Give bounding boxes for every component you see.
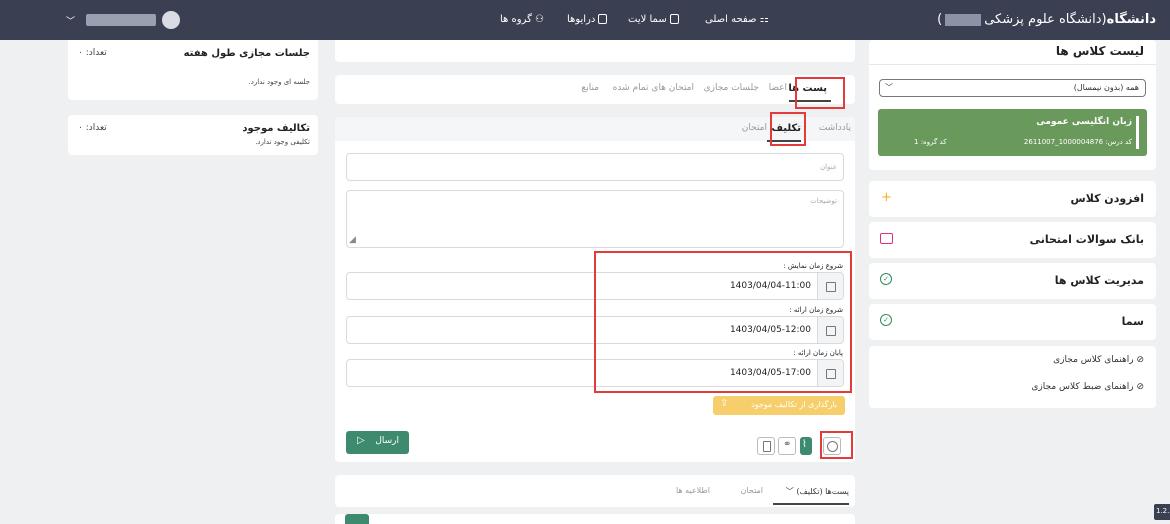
brand-bold: دانشگاه [1106, 12, 1156, 27]
assignments-title: تکالیف موجود [242, 123, 310, 134]
menu-add-class[interactable]: + افزودن کلاس [869, 181, 1156, 217]
link-icon: ⚭ [783, 439, 792, 450]
semester-value: همه (بدون نیمسال) [1073, 83, 1139, 92]
feed-tab-posts[interactable]: پست‌ها (تکلیف) ﹀ [786, 486, 849, 497]
users-icon: ⚇ [535, 14, 545, 25]
nav-drives[interactable]: درایوها [567, 14, 608, 25]
menu-label: بانک سوالات امتحانی [1029, 233, 1144, 246]
class-card[interactable]: زبان انگلیسی عمومی کد درس: 1000004876_26… [878, 109, 1147, 156]
group-code: کد گروه: 1 [914, 138, 947, 146]
tab-finished-exams[interactable]: امتحان های تمام شده [613, 83, 694, 93]
highlight-date-fields [594, 251, 852, 393]
redacted-username [86, 14, 156, 26]
paperclip-icon: ⌇ [802, 439, 807, 450]
help-link-virtual-class[interactable]: ⊘ راهنمای کلاس مجازی [1053, 355, 1144, 365]
top-nav: ⚏ صفحه اصلی سما لایت درایوها ⚇ گروه ها [500, 14, 800, 28]
tabs-bar: پست ها اعضا جلسات مجازی امتحان های تمام … [335, 75, 855, 104]
load-existing-label: بارگذاری از تکالیف موجود [751, 400, 837, 409]
weekly-sessions-card: جلسات مجازی طول هفته تعداد: ۰ جلسه ای وج… [68, 40, 318, 100]
assignments-card: تکالیف موجود تعداد: ۰ تکلیفی وجود ندارد. [68, 115, 318, 155]
subtab-note[interactable]: یادداشت [819, 123, 851, 133]
grid-icon: ⚏ [759, 14, 769, 25]
brand[interactable]: دانشگاه(دانشگاه علوم پزشکی) [937, 12, 1156, 27]
feed-item-badge [345, 514, 369, 524]
tab-members[interactable]: اعضا [769, 83, 787, 93]
chevron-down-icon: ﹀ [785, 487, 794, 496]
class-card-marker [1136, 116, 1139, 149]
load-existing-button[interactable]: بارگذاری از تکالیف موجود ⇪ [713, 396, 845, 415]
title-input[interactable]: عنوان [346, 153, 844, 181]
folder-icon [880, 233, 893, 244]
link-icon: ⊘ [1136, 355, 1144, 365]
menu-label: افزودن کلاس [1070, 192, 1144, 205]
feed-tab-announcements[interactable]: اطلاعیه ها [676, 486, 710, 495]
brand-close: ) [937, 12, 943, 27]
feed-item [335, 514, 855, 524]
feed-tab-exam[interactable]: امتحان [741, 486, 763, 495]
course-code: کد درس: 1000004876_2611007 [1023, 138, 1132, 146]
highlight-assignment-tab [770, 112, 806, 146]
upload-icon: ⇪ [720, 398, 729, 409]
class-name: زبان انگلیسی عمومی [1036, 117, 1132, 127]
plus-icon: + [881, 190, 892, 205]
feed-tabs: پست‌ها (تکلیف) ﹀ امتحان اطلاعیه ها [335, 475, 855, 507]
chevron-down-icon: ﹀ [66, 17, 76, 27]
nav-home[interactable]: ⚏ صفحه اصلی [705, 14, 769, 25]
link-icon: ⊘ [1136, 382, 1144, 392]
nav-groups[interactable]: ⚇ گروه ها [500, 14, 544, 25]
chevron-down-icon: ﹀ [885, 83, 893, 92]
file-icon [669, 14, 679, 24]
avatar [162, 11, 180, 29]
top-bar: دانشگاه(دانشگاه علوم پزشکی) ⚏ صفحه اصلی … [0, 0, 1170, 40]
description-placeholder: توضیحات [810, 197, 837, 205]
file-icon [598, 14, 608, 24]
send-label: ارسال [375, 436, 399, 446]
menu-label: مدیریت کلاس ها [1054, 274, 1144, 287]
nav-sama-lite[interactable]: سما لایت [628, 14, 679, 25]
help-link-record-class[interactable]: ⊘ راهنمای ضبط کلاس مجازی [1031, 382, 1144, 392]
tab-virtual-sessions[interactable]: جلسات مجازی [704, 83, 759, 93]
assignments-empty: تکلیفی وجود ندارد. [255, 138, 310, 146]
check-circle-icon: ✓ [880, 273, 892, 285]
send-icon: ▷ [357, 435, 365, 446]
redacted-name [945, 13, 982, 26]
semester-select[interactable]: ﹀ همه (بدون نیمسال) [879, 79, 1146, 97]
document-button[interactable] [757, 437, 775, 455]
send-button[interactable]: ارسال ▷ [346, 431, 409, 454]
divider [869, 64, 1156, 65]
menu-question-bank[interactable]: بانک سوالات امتحانی [869, 222, 1156, 258]
subtab-exam[interactable]: امتحان [742, 123, 767, 133]
weekly-sessions-empty: جلسه ای وجود ندارد. [248, 78, 310, 86]
check-circle-icon: ✓ [880, 314, 892, 326]
weekly-sessions-title: جلسات مجازی طول هفته [183, 48, 310, 59]
document-icon [763, 441, 771, 452]
highlight-clock-button [820, 431, 853, 459]
top-strip [335, 40, 855, 62]
tab-resources[interactable]: منابع [581, 83, 599, 93]
title-placeholder: عنوان [820, 163, 837, 171]
active-feed-underline [773, 503, 849, 505]
link-button[interactable]: ⚭ [778, 437, 796, 455]
version-text: 1.2.27 [1156, 507, 1170, 515]
description-textarea[interactable]: توضیحات ◢ [346, 190, 844, 248]
attach-button[interactable]: ⌇ [800, 437, 812, 455]
version-badge: 1.2.27 [1154, 504, 1170, 520]
menu-manage-classes[interactable]: ✓ مدیریت کلاس ها [869, 263, 1156, 299]
menu-sama[interactable]: ✓ سما [869, 304, 1156, 340]
brand-rest: (دانشگاه علوم پزشکی [984, 12, 1107, 27]
help-links: ⊘ راهنمای کلاس مجازی ⊘ راهنمای ضبط کلاس … [869, 346, 1156, 408]
assignments-count: تعداد: ۰ [78, 123, 107, 133]
class-list-title: لیست کلاس ها [1055, 44, 1144, 58]
resize-handle-icon[interactable]: ◢ [349, 235, 356, 245]
menu-label: سما [1121, 315, 1144, 328]
highlight-posts-tab [795, 77, 845, 109]
weekly-sessions-count: تعداد: ۰ [78, 48, 107, 58]
class-list-panel: لیست کلاس ها ﹀ همه (بدون نیمسال) زبان ان… [869, 40, 1156, 170]
